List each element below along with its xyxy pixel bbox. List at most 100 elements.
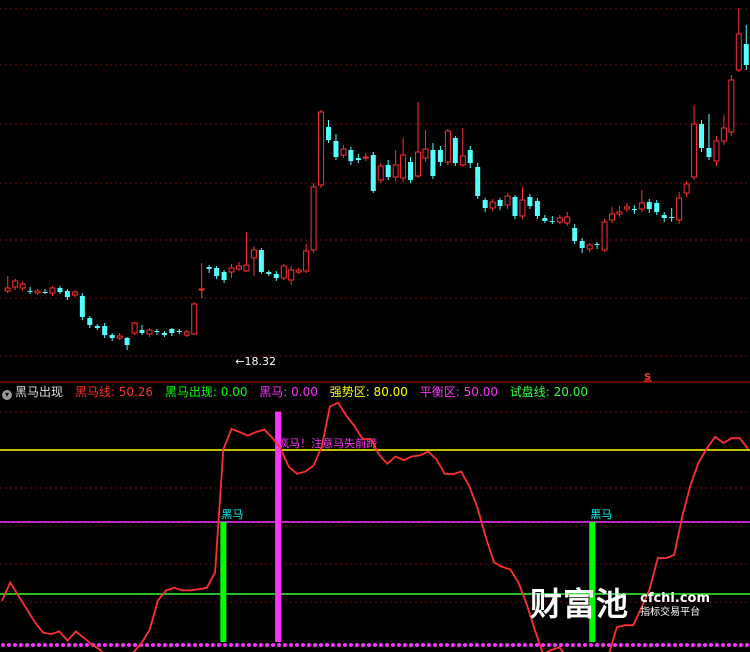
candle-body <box>556 217 563 223</box>
baseline-dot <box>247 643 251 647</box>
candle-body <box>370 155 376 191</box>
baseline-dot <box>661 643 665 647</box>
candle-body <box>683 183 690 194</box>
baseline-dot <box>421 643 425 647</box>
candle-body <box>743 44 749 65</box>
candle-body <box>385 165 391 177</box>
candle-body <box>64 291 70 297</box>
candle-body <box>139 330 145 333</box>
baseline-dot <box>457 643 461 647</box>
baseline-dot <box>319 643 323 647</box>
candle-body <box>124 338 130 345</box>
candle-body <box>527 197 533 206</box>
candle-body <box>79 296 85 317</box>
candle-body <box>459 155 466 166</box>
signal-label: 黑马 <box>221 508 243 521</box>
baseline-dot <box>235 643 239 647</box>
candle-body <box>12 280 19 288</box>
baseline-dot <box>67 643 71 647</box>
candle-body <box>392 164 399 178</box>
indicator-dropdown-icon[interactable]: ▾ <box>2 390 12 400</box>
candle-body <box>71 291 78 296</box>
baseline-dot <box>1 643 5 647</box>
candle-body <box>42 292 48 293</box>
baseline-dot <box>517 643 521 647</box>
baseline-dot <box>55 643 59 647</box>
baseline-dot <box>103 643 107 647</box>
baseline-dot <box>313 643 317 647</box>
baseline-dot <box>349 643 353 647</box>
candle-body <box>295 269 302 273</box>
baseline-dot <box>25 643 29 647</box>
baseline-dot <box>199 643 203 647</box>
candle-body <box>601 221 608 251</box>
baseline-dot <box>355 643 359 647</box>
baseline-dot <box>679 643 683 647</box>
main-chart-svg: ←18.32S黑马 黑马疯马！注意马失前蹄 <box>0 8 750 652</box>
candle-body <box>318 111 325 186</box>
candle-body <box>228 267 235 273</box>
candle-body <box>430 150 436 176</box>
candle-body <box>542 218 548 221</box>
baseline-dot <box>655 643 659 647</box>
baseline-dot <box>703 643 707 647</box>
candle-body <box>288 269 295 281</box>
signal-label: 黑马 <box>590 508 612 521</box>
candle-body <box>512 197 518 216</box>
value-strong-zone: 强势区: 80.00 <box>329 385 408 399</box>
candle-body <box>266 272 272 274</box>
baseline-dot <box>181 643 185 647</box>
baseline-dot <box>415 643 419 647</box>
baseline-dot <box>499 643 503 647</box>
candle-body <box>258 250 264 272</box>
baseline-dot <box>463 643 467 647</box>
candle-body <box>206 267 212 269</box>
value-black-horse-appear: 黑马出现: 0.00 <box>164 385 248 399</box>
baseline-dot <box>565 643 569 647</box>
baseline-dot <box>7 643 11 647</box>
baseline-dot <box>481 643 485 647</box>
indicator-name[interactable]: 黑马出现 <box>15 385 63 399</box>
baseline-dot <box>625 643 629 647</box>
candle-body <box>437 150 443 162</box>
baseline-dot <box>133 643 137 647</box>
candle-body <box>467 150 473 163</box>
baseline-dot <box>391 643 395 647</box>
baseline-dot <box>49 643 53 647</box>
candle-body <box>638 202 645 210</box>
value-black-horse: 黑马: 0.00 <box>259 385 318 399</box>
candle-body <box>4 287 11 292</box>
candle-body <box>250 249 257 259</box>
candle-body <box>661 215 667 218</box>
baseline-dot <box>283 643 287 647</box>
candle-body <box>549 221 555 222</box>
candle-body <box>57 288 63 292</box>
baseline-dot <box>505 643 509 647</box>
candle-body <box>109 335 115 338</box>
baseline-dot <box>205 643 209 647</box>
baseline-dot <box>595 643 599 647</box>
baseline-dot <box>37 643 41 647</box>
baseline-dot <box>331 643 335 647</box>
baseline-dot <box>31 643 35 647</box>
baseline-dot <box>523 643 527 647</box>
candle-body <box>475 167 481 196</box>
baseline-dot <box>373 643 377 647</box>
candle-body <box>586 244 593 250</box>
candle-body <box>362 156 369 159</box>
baseline-dot <box>739 643 743 647</box>
signal-bar <box>589 522 596 642</box>
candle-body <box>333 141 339 157</box>
indicator-header: ▾ 黑马出现 黑马线: 50.26 黑马出现: 0.00 黑马: 0.00 强势区… <box>0 383 750 401</box>
candle-body <box>699 124 705 148</box>
baseline-dot <box>721 643 725 647</box>
candle-body <box>691 123 698 178</box>
candle-body <box>214 268 220 276</box>
candle-body <box>713 140 720 162</box>
baseline-dot <box>187 643 191 647</box>
baseline-dot <box>325 643 329 647</box>
baseline-dot <box>301 643 305 647</box>
candle-body <box>489 201 496 209</box>
candle-body <box>348 150 354 161</box>
baseline-dot <box>541 643 545 647</box>
